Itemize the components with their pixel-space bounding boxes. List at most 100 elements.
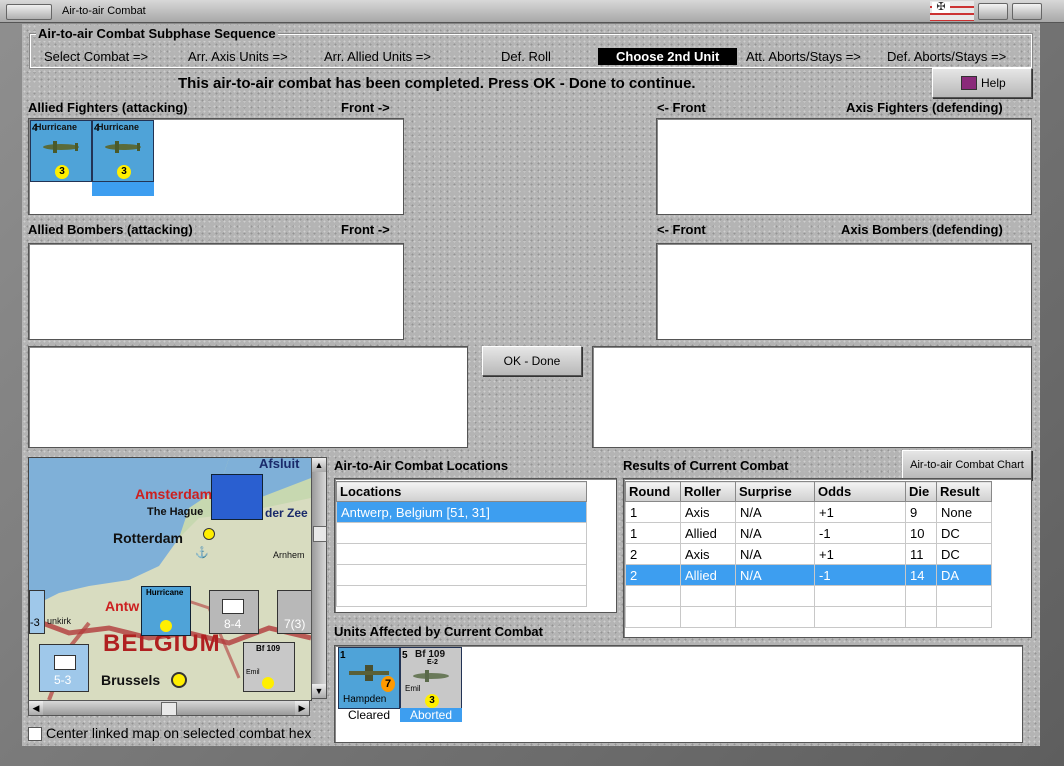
- result-cell: None: [936, 501, 992, 523]
- system-menu-icon[interactable]: [6, 4, 52, 20]
- map-label-amsterdam: Amsterdam: [135, 486, 213, 502]
- axis-info-box: [592, 346, 1032, 448]
- result-cell: [905, 606, 937, 628]
- result-cell: [814, 585, 906, 607]
- step-arr-axis: Arr. Axis Units =>: [188, 49, 288, 64]
- result-row[interactable]: 1 Allied N/A -1 10 DC: [625, 522, 992, 544]
- result-cell: N/A: [735, 543, 815, 565]
- location-row[interactable]: [336, 585, 587, 607]
- step-select-combat: Select Combat =>: [44, 49, 149, 64]
- result-cell: -1: [814, 564, 906, 586]
- center-map-checkbox[interactable]: [28, 727, 42, 741]
- map-counter-name: Hurricane: [146, 588, 184, 597]
- axis-bombers-box[interactable]: [656, 243, 1032, 340]
- col-die: Die: [905, 481, 937, 502]
- col-result: Result: [936, 481, 992, 502]
- help-label: Help: [981, 76, 1006, 90]
- minimize-button[interactable]: [978, 3, 1008, 20]
- window-title: Air-to-air Combat: [62, 5, 146, 17]
- map-counter-value: 7(3): [284, 617, 306, 631]
- scroll-thumb[interactable]: [313, 526, 327, 542]
- col-odds: Odds: [814, 481, 906, 502]
- port-anchor-icon: ⚓: [195, 547, 209, 559]
- locations-title: Air-to-Air Combat Locations: [334, 458, 509, 473]
- close-button[interactable]: [1012, 3, 1042, 20]
- location-cell: [336, 564, 587, 586]
- allied-bombers-front-label: Front ->: [341, 222, 390, 237]
- result-row[interactable]: 2 Axis N/A +1 11 DC: [625, 543, 992, 565]
- counter-name: Hurricane: [97, 122, 140, 132]
- step-choose-2nd-unit: Choose 2nd Unit: [598, 48, 738, 65]
- map-label-antwerp: Antw: [105, 598, 140, 614]
- map-horizontal-scrollbar[interactable]: ◀ ▶: [28, 700, 310, 716]
- step-def-roll: Def. Roll: [501, 49, 551, 64]
- map-unit-stack[interactable]: [211, 474, 263, 520]
- affected-units-title: Units Affected by Current Combat: [334, 624, 543, 639]
- map-allied-unit-counter[interactable]: -3: [29, 590, 45, 634]
- hampden-status: Cleared: [347, 708, 391, 722]
- location-row[interactable]: Antwerp, Belgium [51, 31]: [336, 501, 587, 523]
- map-counter-value: 8-4: [224, 617, 242, 631]
- result-cell: N/A: [735, 564, 815, 586]
- result-row[interactable]: 1 Axis N/A +1 9 None: [625, 501, 992, 523]
- counter-rating: 3: [425, 694, 439, 708]
- result-cell: 9: [905, 501, 937, 523]
- map-allied-unit-counter[interactable]: 5-3: [39, 644, 89, 692]
- map-allied-unit-counter[interactable]: 7(3): [277, 590, 311, 634]
- map-label-zuider-zee: der Zee: [265, 506, 308, 520]
- help-book-icon: [961, 76, 977, 90]
- counter-strength: 1: [340, 650, 346, 661]
- step-def-aborts: Def. Aborts/Stays =>: [887, 49, 1007, 64]
- allied-bombers-box[interactable]: [28, 243, 404, 340]
- map-counter-nickname: Emil: [246, 669, 260, 676]
- result-row[interactable]: [625, 585, 992, 607]
- axis-fighters-box[interactable]: [656, 118, 1032, 215]
- map-counter-name: Bf 109: [256, 644, 281, 653]
- status-message: This air-to-air combat has been complete…: [178, 75, 696, 92]
- location-row[interactable]: [336, 564, 587, 586]
- allied-fighters-front-label: Front ->: [341, 100, 390, 115]
- location-row[interactable]: [336, 543, 587, 565]
- map-label-brussels: Brussels: [101, 672, 161, 688]
- scroll-up-icon[interactable]: ▲: [312, 458, 326, 472]
- sequence-title: Air-to-air Combat Subphase Sequence: [36, 26, 278, 41]
- result-cell: N/A: [735, 522, 815, 544]
- help-button[interactable]: Help: [932, 68, 1032, 98]
- scroll-thumb[interactable]: [161, 702, 177, 716]
- result-cell: Axis: [680, 543, 736, 565]
- allied-bombers-label: Allied Bombers (attacking): [28, 222, 193, 237]
- counter-variant: E-2: [427, 659, 438, 666]
- hampden-counter[interactable]: 1 7 Hampden: [338, 647, 400, 709]
- aircraft-icon: [105, 141, 141, 153]
- map-hurricane-counter[interactable]: Hurricane: [141, 586, 191, 636]
- allied-info-box: [28, 346, 468, 448]
- map-counter-dot: [262, 677, 274, 689]
- map-bf109-counter[interactable]: Bf 109 Emil: [243, 642, 295, 692]
- result-cell: 10: [905, 522, 937, 544]
- counter-name: Hampden: [343, 694, 387, 705]
- ok-done-button[interactable]: OK - Done: [482, 346, 582, 376]
- scroll-left-icon[interactable]: ◀: [29, 701, 43, 715]
- counter-rating: 3: [117, 165, 131, 179]
- result-row[interactable]: [625, 606, 992, 628]
- allied-fighters-label: Allied Fighters (attacking): [28, 100, 188, 115]
- bf109-counter[interactable]: 5 Bf 109 E-2 Emil 3: [400, 647, 462, 709]
- result-cell: [625, 606, 681, 628]
- location-row[interactable]: [336, 522, 587, 544]
- location-cell: [336, 585, 587, 607]
- combat-chart-button[interactable]: Air-to-air Combat Chart: [902, 450, 1032, 480]
- linked-map[interactable]: Afsluit Amsterdam The Hague der Zee Rott…: [28, 457, 312, 701]
- map-counter-dot: [160, 620, 172, 632]
- scroll-down-icon[interactable]: ▼: [312, 684, 326, 698]
- result-cell: DC: [936, 543, 992, 565]
- scroll-right-icon[interactable]: ▶: [295, 701, 309, 715]
- hurricane-counter[interactable]: 4 Hurricane 3: [92, 120, 154, 182]
- result-cell: Allied: [680, 522, 736, 544]
- hurricane-counter[interactable]: 4 Hurricane 3: [30, 120, 92, 182]
- map-vertical-scrollbar[interactable]: ▲ ▼: [311, 457, 327, 699]
- location-cell: [336, 522, 587, 544]
- axis-fighters-front-label: <- Front: [657, 100, 706, 115]
- result-row[interactable]: 2 Allied N/A -1 14 DA: [625, 564, 992, 586]
- counter-strength: 5: [402, 650, 408, 661]
- map-allied-unit-counter[interactable]: 8-4: [209, 590, 259, 634]
